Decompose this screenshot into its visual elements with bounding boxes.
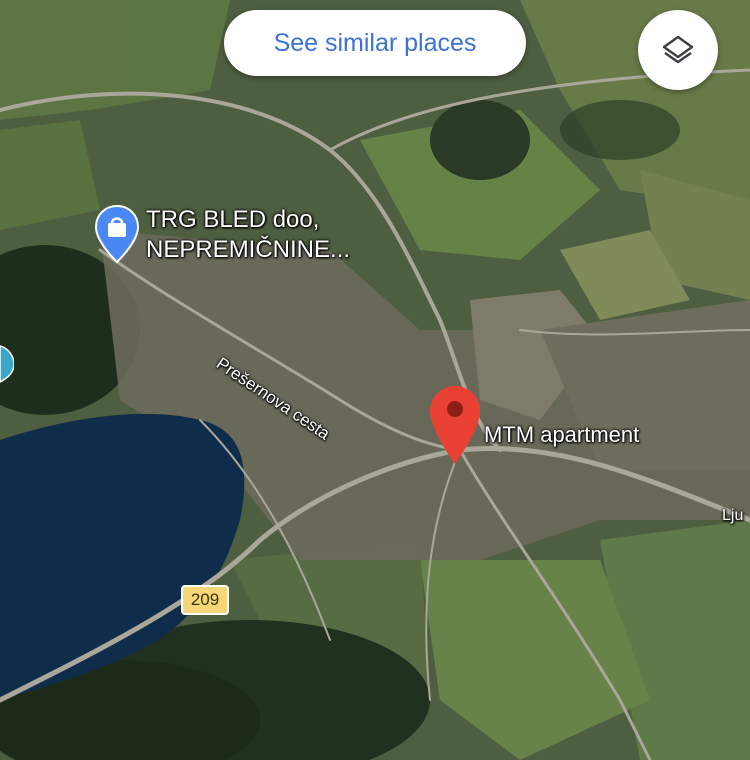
shopping-bag-icon[interactable]: [94, 204, 140, 264]
red-pin-icon[interactable]: [428, 384, 482, 466]
street-label-edge: Lju: [722, 507, 744, 524]
map-layers-button[interactable]: [638, 10, 718, 90]
route-209-badge: 209: [181, 585, 229, 615]
partial-poi-icon[interactable]: [0, 344, 14, 384]
poi-label-line-1: TRG BLED doo,: [146, 206, 320, 233]
poi-label-trg-bled[interactable]: TRG BLED doo, NEPREMIČNINE...: [146, 205, 350, 265]
layers-icon: [662, 35, 694, 64]
satellite-map[interactable]: [0, 0, 750, 760]
selected-place-label[interactable]: MTM apartment: [484, 422, 639, 448]
poi-label-line-2: NEPREMIČNINE...: [146, 236, 351, 263]
see-similar-places-button[interactable]: See similar places: [224, 10, 526, 76]
